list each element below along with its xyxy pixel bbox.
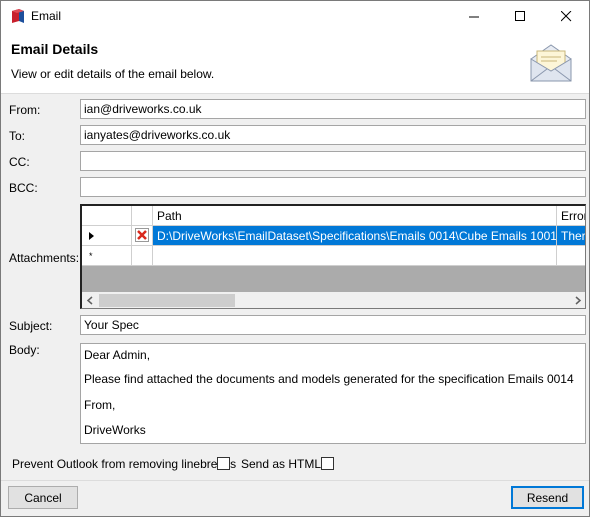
send-as-html-checkbox[interactable] — [321, 457, 334, 470]
attachment-path-cell[interactable]: D:\DriveWorks\EmailDataset\Specification… — [153, 226, 557, 246]
grid-row-header-corner — [82, 206, 132, 226]
scrollbar-thumb[interactable] — [99, 294, 235, 307]
horizontal-scrollbar[interactable] — [82, 292, 585, 308]
to-field[interactable]: ianyates@driveworks.co.uk — [80, 125, 586, 145]
subject-label: Subject: — [9, 319, 53, 333]
row-selector[interactable] — [82, 226, 132, 246]
column-header-error[interactable]: Error — [557, 206, 585, 226]
from-label: From: — [9, 103, 41, 117]
from-field[interactable]: ian@driveworks.co.uk — [80, 99, 586, 119]
current-row-arrow-icon — [89, 232, 94, 240]
new-row-error-cell[interactable] — [557, 246, 585, 266]
to-label: To: — [9, 129, 26, 143]
body-textarea[interactable]: Dear Admin, Please find attached the doc… — [80, 343, 586, 444]
driveworks-app-icon — [12, 9, 24, 23]
minimize-button[interactable] — [451, 1, 497, 32]
body-label: Body: — [9, 343, 40, 357]
new-row-status-cell — [132, 246, 153, 266]
send-as-html-label: Send as HTML — [241, 457, 322, 471]
cc-field[interactable] — [80, 151, 586, 171]
bcc-label: BCC: — [9, 181, 38, 195]
scroll-right-icon[interactable] — [574, 296, 582, 305]
body-line: DriveWorks — [84, 423, 146, 437]
row-status-cell — [132, 226, 153, 246]
close-button[interactable] — [543, 1, 589, 32]
maximize-icon — [514, 11, 525, 21]
bcc-field[interactable] — [80, 177, 586, 197]
new-row-path-cell[interactable] — [153, 246, 557, 266]
close-icon — [560, 11, 571, 22]
cancel-button[interactable]: Cancel — [8, 486, 78, 509]
new-row-marker: * — [82, 246, 132, 266]
resend-button[interactable]: Resend — [511, 486, 584, 509]
new-row[interactable]: * — [82, 246, 585, 266]
grid-icon-column-header — [132, 206, 153, 226]
attachments-label: Attachments: — [9, 251, 80, 265]
header-subtitle: View or edit details of the email below. — [11, 67, 215, 81]
scroll-left-icon[interactable] — [86, 296, 94, 305]
column-header-path[interactable]: Path — [153, 206, 557, 226]
prevent-linebreaks-checkbox[interactable] — [217, 457, 230, 470]
header-title: Email Details — [11, 41, 99, 57]
title-bar: Email — [1, 1, 589, 32]
cc-label: CC: — [9, 155, 30, 169]
error-x-icon — [135, 228, 149, 242]
body-line: Please find attached the documents and m… — [84, 372, 574, 386]
minimize-icon — [468, 16, 479, 18]
body-line: From, — [84, 398, 116, 412]
prevent-linebreaks-label: Prevent Outlook from removing linebreaks — [12, 457, 237, 471]
subject-field[interactable]: Your Spec — [80, 315, 586, 335]
envelope-icon — [530, 44, 572, 82]
window-title: Email — [31, 9, 62, 23]
table-row[interactable]: D:\DriveWorks\EmailDataset\Specification… — [82, 226, 585, 246]
maximize-button[interactable] — [497, 1, 543, 32]
email-dialog: Email Email Details View or edit details… — [0, 0, 590, 517]
grid-header-row: Path Error — [82, 206, 585, 226]
dialog-header: Email Details View or edit details of th… — [1, 32, 589, 94]
attachments-grid[interactable]: Path Error D:\DriveWorks\EmailDataset\Sp… — [80, 204, 586, 309]
footer-divider — [1, 480, 589, 481]
body-line: Dear Admin, — [84, 348, 151, 362]
attachment-error-cell[interactable]: There — [557, 226, 585, 246]
